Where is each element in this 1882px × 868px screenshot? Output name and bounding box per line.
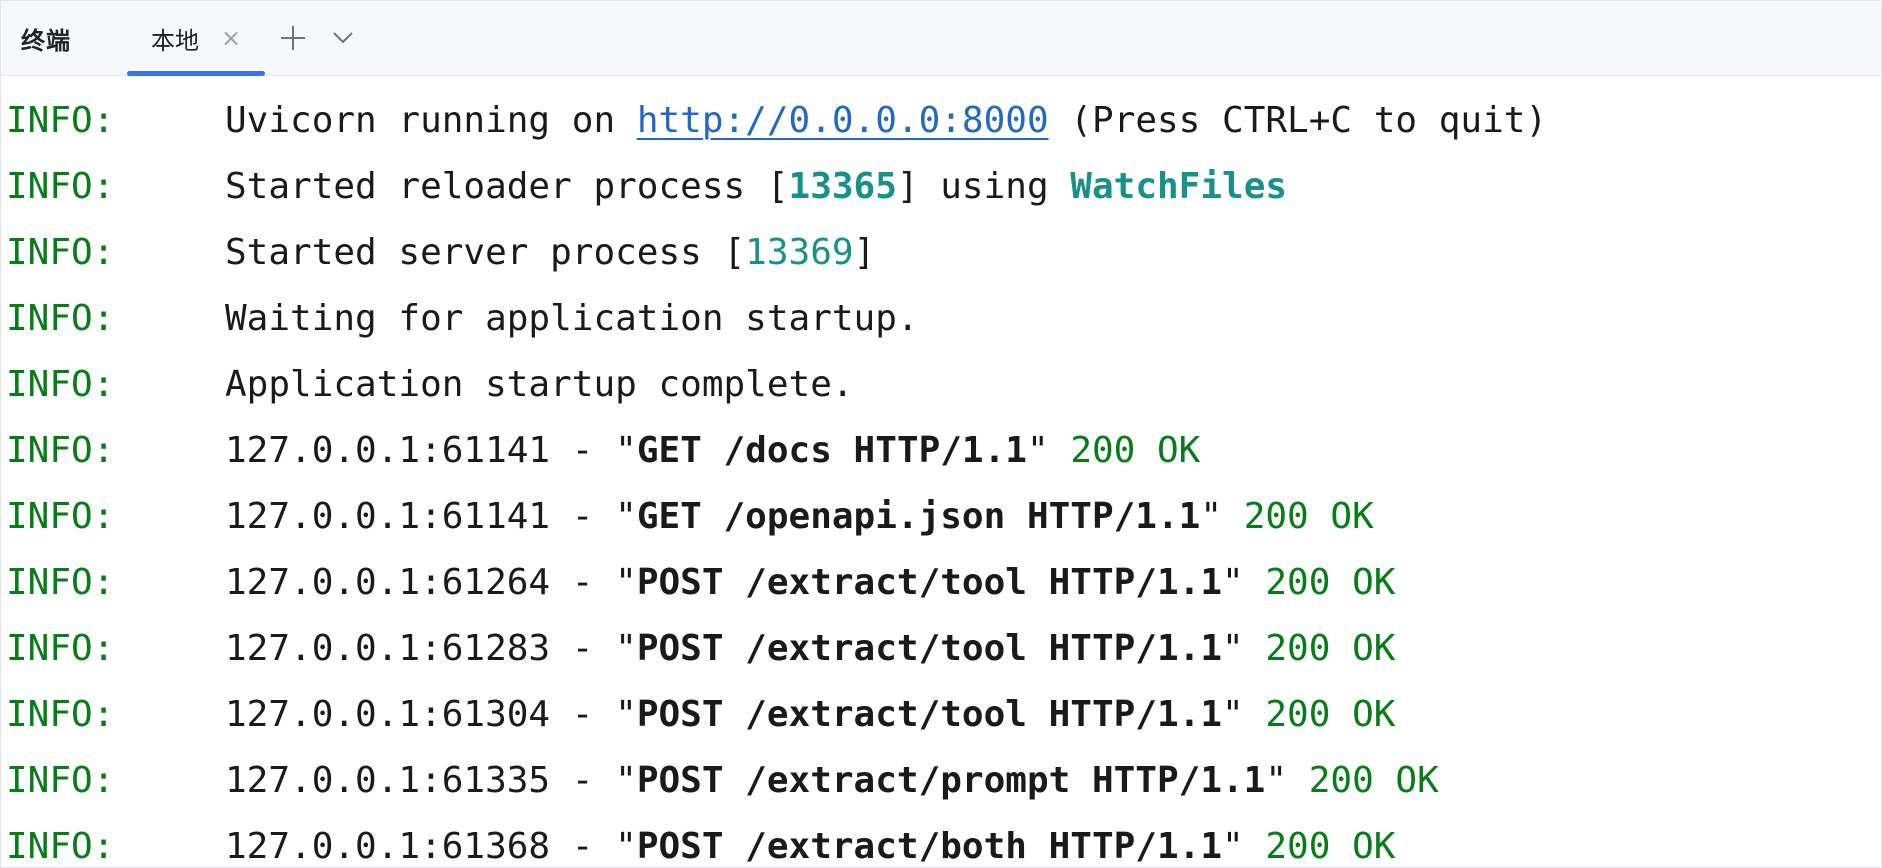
log-level: INFO:: [6, 232, 115, 273]
client-address: 127.0.0.1:61368: [225, 826, 551, 867]
client-address: 127.0.0.1:61141: [225, 496, 551, 537]
client-address: 127.0.0.1:61335: [225, 760, 551, 801]
log-level: INFO:: [6, 430, 115, 471]
process-id: 13365: [788, 166, 897, 207]
log-message: 127.0.0.1:61264 - "POST /extract/tool HT…: [225, 562, 1396, 603]
process-id: 13369: [745, 232, 854, 273]
log-level: INFO:: [6, 298, 115, 339]
log-message: Application startup complete.: [225, 364, 854, 405]
status-code: 200 OK: [1265, 826, 1396, 867]
log-message: 127.0.0.1:61141 - "GET /openapi.json HTT…: [225, 496, 1374, 537]
log-line: INFO: Application startup complete.: [1, 352, 1881, 418]
log-level: INFO:: [6, 166, 115, 207]
request-log-line: INFO: 127.0.0.1:61335 - "POST /extract/p…: [1, 748, 1881, 814]
log-text: Started server process [: [225, 232, 746, 273]
log-message: 127.0.0.1:61304 - "POST /extract/tool HT…: [225, 694, 1396, 735]
request-log-line: INFO: 127.0.0.1:61304 - "POST /extract/t…: [1, 682, 1881, 748]
log-level: INFO:: [6, 628, 115, 669]
plus-icon: [281, 26, 305, 50]
request-log-line: INFO: 127.0.0.1:61264 - "POST /extract/t…: [1, 550, 1881, 616]
server-url-link[interactable]: http://0.0.0.0:8000: [637, 100, 1049, 141]
log-message: 127.0.0.1:61368 - "POST /extract/both HT…: [225, 826, 1396, 867]
request-log-line: INFO: 127.0.0.1:61141 - "GET /docs HTTP/…: [1, 418, 1881, 484]
request-log-line: INFO: 127.0.0.1:61141 - "GET /openapi.js…: [1, 484, 1881, 550]
log-message: Started reloader process [13365] using W…: [225, 154, 1287, 220]
client-address: 127.0.0.1:61141: [225, 430, 551, 471]
log-level: INFO:: [6, 496, 115, 537]
log-text: (Press CTRL+C to quit): [1048, 100, 1548, 141]
log-level: INFO:: [6, 760, 115, 801]
status-code: 200 OK: [1265, 628, 1396, 669]
log-text: Started reloader process [: [225, 166, 789, 207]
log-level: INFO:: [6, 562, 115, 603]
log-message: 127.0.0.1:61283 - "POST /extract/tool HT…: [225, 628, 1396, 669]
client-address: 127.0.0.1:61304: [225, 694, 551, 735]
request-line: GET /openapi.json HTTP/1.1: [636, 496, 1201, 537]
log-line: INFO: Waiting for application startup.: [1, 286, 1881, 352]
request-line: POST /extract/both HTTP/1.1: [636, 826, 1223, 867]
request-log-line: INFO: 127.0.0.1:61283 - "POST /extract/t…: [1, 616, 1881, 682]
request-line: POST /extract/tool HTTP/1.1: [636, 562, 1223, 603]
log-level: INFO:: [6, 694, 115, 735]
status-code: 200 OK: [1308, 760, 1439, 801]
log-line: INFO: Started reloader process [13365] u…: [1, 154, 1881, 220]
tab-label: 本地: [151, 26, 199, 55]
tab-local[interactable]: 本地 ×: [127, 1, 265, 76]
tab-options-button[interactable]: [321, 16, 365, 60]
log-text: Uvicorn running on: [225, 100, 637, 141]
log-line: INFO: Uvicorn running on http://0.0.0.0:…: [1, 88, 1881, 154]
client-address: 127.0.0.1:61264: [225, 562, 551, 603]
new-tab-button[interactable]: [271, 16, 315, 60]
close-icon[interactable]: ×: [221, 26, 241, 50]
log-line: INFO: Started server process [13369]: [1, 220, 1881, 286]
request-log-line: INFO: 127.0.0.1:61368 - "POST /extract/b…: [1, 814, 1881, 867]
terminal-window: 终端 本地 × INFO: Uvicorn running on http://…: [0, 0, 1882, 868]
log-message: 127.0.0.1:61335 - "POST /extract/prompt …: [225, 760, 1439, 801]
log-message: 127.0.0.1:61141 - "GET /docs HTTP/1.1" 2…: [225, 430, 1201, 471]
client-address: 127.0.0.1:61283: [225, 628, 551, 669]
log-level: INFO:: [6, 826, 115, 867]
log-text: ]: [853, 232, 876, 273]
status-code: 200 OK: [1265, 694, 1396, 735]
chevron-down-icon: [333, 32, 353, 44]
log-level: INFO:: [6, 364, 115, 405]
terminal-tab-bar: 终端 本地 ×: [1, 1, 1881, 76]
terminal-output[interactable]: INFO: Uvicorn running on http://0.0.0.0:…: [1, 76, 1881, 867]
status-code: 200 OK: [1265, 562, 1396, 603]
log-message: Started server process [13369]: [225, 220, 875, 286]
log-level: INFO:: [6, 100, 115, 141]
log-text: ] using: [896, 166, 1071, 207]
panel-title: 终端: [21, 26, 71, 55]
request-line: POST /extract/prompt HTTP/1.1: [636, 760, 1266, 801]
request-line: POST /extract/tool HTTP/1.1: [636, 694, 1223, 735]
status-code: 200 OK: [1243, 496, 1374, 537]
request-line: GET /docs HTTP/1.1: [636, 430, 1027, 471]
log-message: Uvicorn running on http://0.0.0.0:8000 (…: [225, 88, 1547, 154]
active-tab-indicator: [127, 71, 265, 76]
reloader-name: WatchFiles: [1070, 166, 1288, 207]
log-message: Waiting for application startup.: [225, 298, 919, 339]
request-line: POST /extract/tool HTTP/1.1: [636, 628, 1223, 669]
status-code: 200 OK: [1070, 430, 1201, 471]
